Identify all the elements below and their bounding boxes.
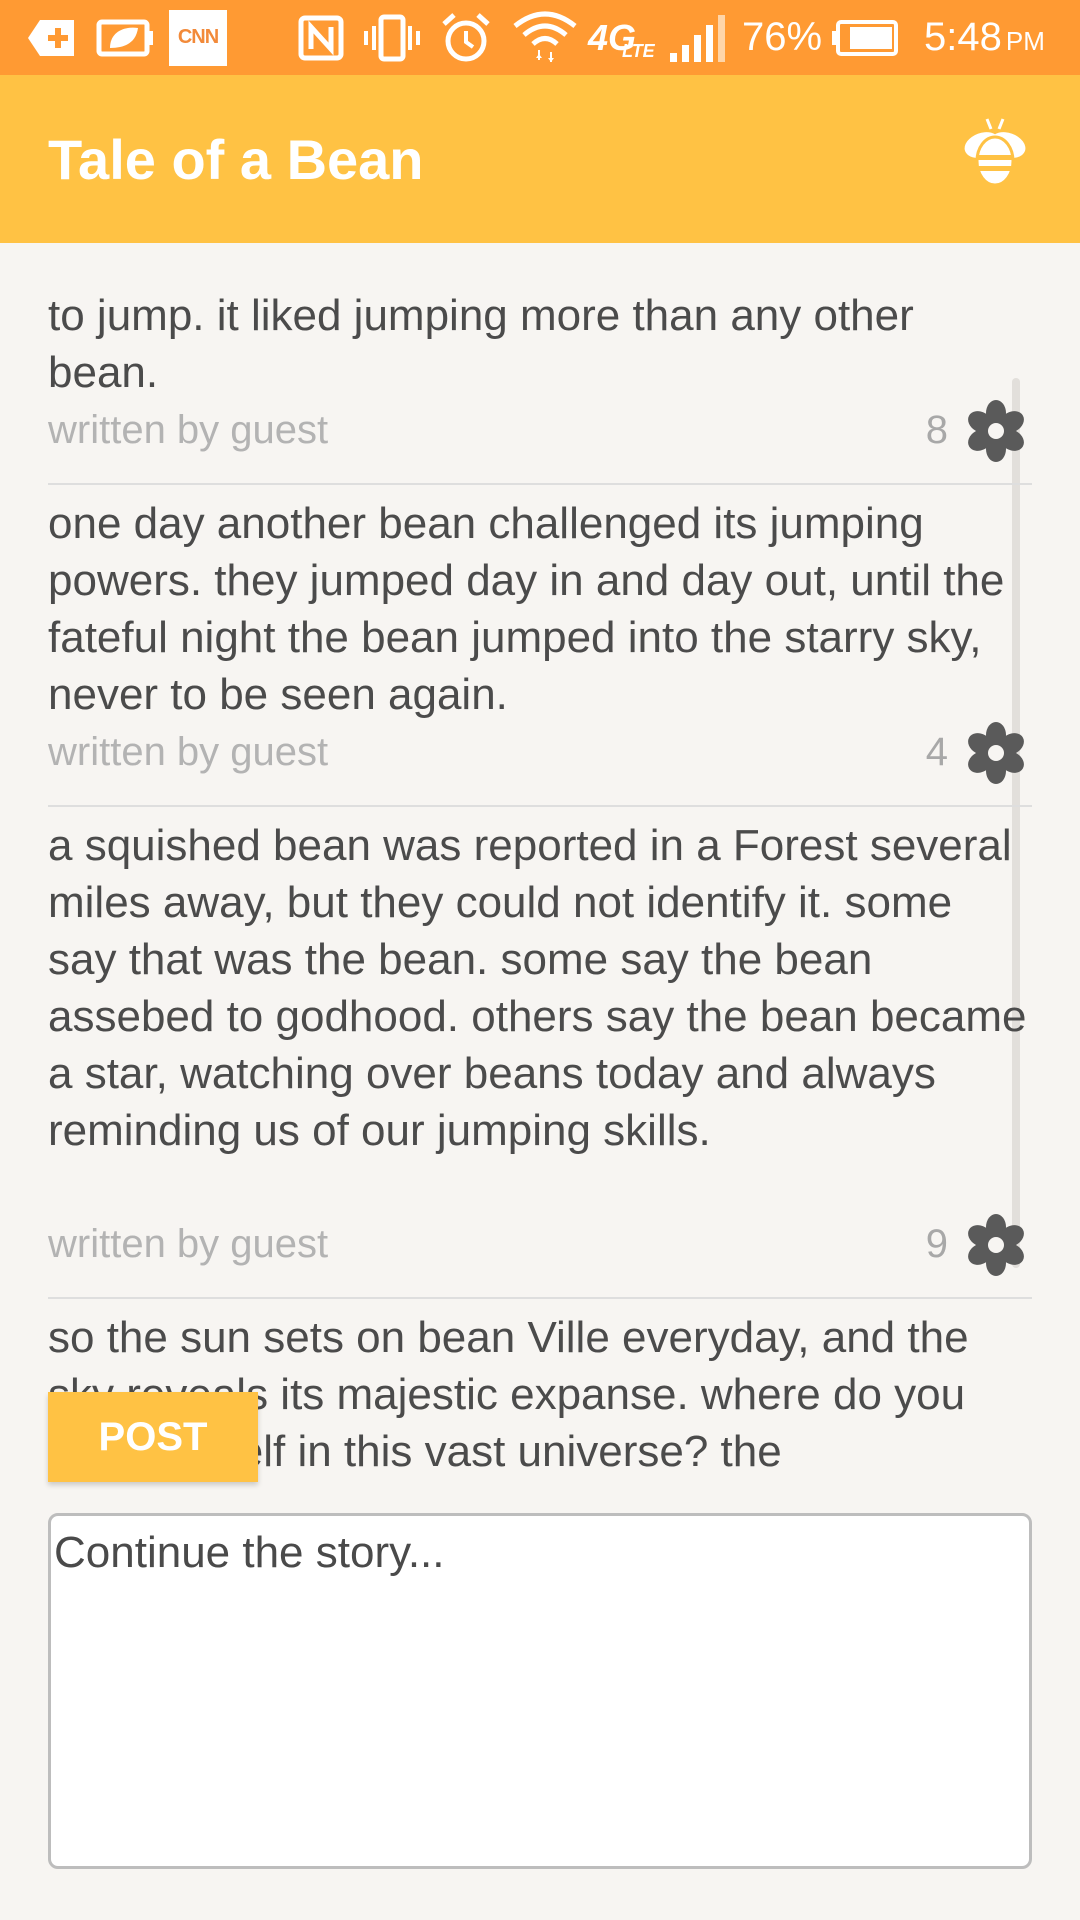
- cnn-icon: CNN: [169, 0, 227, 75]
- status-bar: CNN 4G LTE 76% 5:48 PM: [0, 0, 1080, 75]
- entry-author: written by guest: [48, 408, 329, 452]
- vote-count: 4: [925, 730, 948, 774]
- divider: [48, 805, 1032, 807]
- bee-icon[interactable]: [960, 115, 1030, 195]
- network-sub-label: LTE: [622, 41, 655, 61]
- lte-icon: 4G LTE: [588, 0, 655, 75]
- clock-ampm: PM: [1005, 26, 1045, 56]
- story-entry: a squished bean was reported in a Forest…: [48, 817, 1032, 1159]
- entry-meta: written by guest 9: [48, 1214, 1032, 1277]
- continue-story-input[interactable]: [48, 1513, 1032, 1869]
- battery-icon: [832, 0, 900, 75]
- entry-author: written by guest: [48, 1222, 329, 1266]
- story-list[interactable]: to jump. it liked jumping more than any …: [0, 243, 1080, 1483]
- page-title: Tale of a Bean: [48, 128, 424, 191]
- divider: [48, 1297, 1032, 1299]
- vibrate-icon: [364, 0, 420, 75]
- entry-author: written by guest: [48, 730, 329, 774]
- alarm-icon: [440, 0, 492, 75]
- flower-icon[interactable]: [964, 1213, 1028, 1277]
- plus-notification-icon: [26, 0, 78, 75]
- story-entry: to jump. it liked jumping more than any …: [48, 287, 1032, 401]
- entry-text: to jump. it liked jumping more than any …: [48, 291, 914, 397]
- battery-percent: 76%: [742, 15, 823, 59]
- battery-saver-icon: [96, 0, 154, 75]
- vote-count: 9: [925, 1222, 948, 1266]
- entry-meta: written by guest 8: [48, 400, 1032, 463]
- app-bar: Tale of a Bean: [0, 75, 1080, 243]
- post-button[interactable]: POST: [48, 1392, 258, 1482]
- vote-count: 8: [925, 408, 948, 452]
- cnn-label: CNN: [169, 9, 227, 66]
- entry-meta: written by guest 4: [48, 722, 1032, 785]
- divider: [48, 483, 1032, 485]
- clock-time: 5:48: [924, 15, 1002, 59]
- story-entry: one day another bean challenged its jump…: [48, 495, 1032, 723]
- entry-text: one day another bean challenged its jump…: [48, 499, 1005, 719]
- entry-text: a squished bean was reported in a Forest…: [48, 821, 1027, 1155]
- wifi-icon: [512, 0, 578, 75]
- flower-icon[interactable]: [964, 399, 1028, 463]
- signal-icon: [668, 0, 726, 75]
- flower-icon[interactable]: [964, 721, 1028, 785]
- nfc-icon: [298, 0, 344, 75]
